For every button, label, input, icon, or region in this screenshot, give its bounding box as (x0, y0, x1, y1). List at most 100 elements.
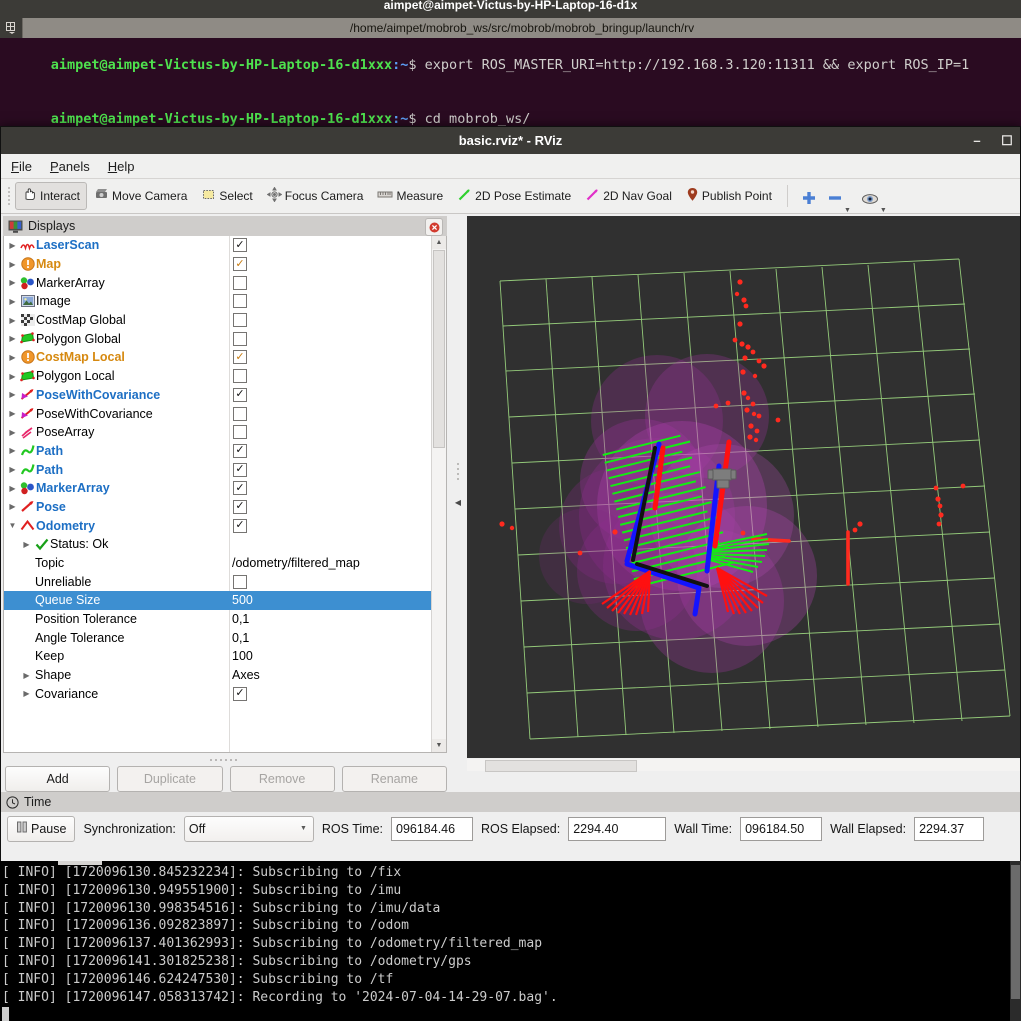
display-row-value[interactable]: 0,1 (232, 631, 249, 645)
display-row-checkbox[interactable]: ✓ (233, 350, 247, 365)
scroll-down-icon[interactable]: ▼ (432, 739, 446, 752)
add-tool-button[interactable] (796, 183, 822, 209)
display-row-value[interactable]: 500 (232, 593, 253, 607)
chevron-right-icon[interactable]: ▶ (6, 465, 19, 474)
display-row-polygon-local[interactable]: ▶ Polygon Local (4, 367, 432, 386)
display-row-markerarray[interactable]: ▶ MarkerArray ✓ (4, 479, 432, 498)
display-row-checkbox[interactable] (233, 313, 247, 328)
toolbar-grip[interactable] (5, 185, 13, 207)
terminal-bottom-scrollbar[interactable] (1010, 861, 1021, 1021)
display-row-value[interactable]: 100 (232, 649, 253, 663)
chevron-right-icon[interactable]: ▶ (6, 241, 19, 250)
display-row-posewithcovariance[interactable]: ▶ PoseWithCovariance ✓ (4, 386, 432, 405)
display-row-markerarray[interactable]: ▶ MarkerArray (4, 273, 432, 292)
display-row-checkbox[interactable] (233, 331, 247, 346)
tool-measure[interactable]: Measure (370, 182, 450, 210)
duplicate-button[interactable]: Duplicate (117, 766, 223, 792)
add-button[interactable]: Add (5, 766, 111, 792)
close-icon[interactable] (425, 218, 443, 236)
chevron-right-icon[interactable]: ▶ (6, 297, 19, 306)
chevron-right-icon[interactable]: ▶ (6, 409, 19, 418)
remove-tool-button[interactable]: ▼ (822, 183, 856, 214)
chevron-right-icon[interactable]: ▶ (20, 689, 33, 698)
display-row-position-tolerance[interactable]: Position Tolerance 0,1 (4, 610, 432, 629)
chevron-right-icon[interactable]: ▶ (6, 316, 19, 325)
display-row-image[interactable]: ▶ Image (4, 292, 432, 311)
display-row-path[interactable]: ▶ Path ✓ (4, 460, 432, 479)
chevron-right-icon[interactable]: ▶ (6, 260, 19, 269)
chevron-down-icon[interactable]: ▼ (6, 521, 19, 530)
synchronization-select[interactable]: Off ▼ (183, 815, 314, 842)
display-row-status-ok[interactable]: ▶ Status: Ok (4, 535, 432, 554)
display-row-posearray[interactable]: ▶ PoseArray (4, 423, 432, 442)
tool-move-camera[interactable]: Move Camera (87, 182, 194, 210)
rename-button[interactable]: Rename (341, 766, 447, 792)
display-row-checkbox[interactable]: ✓ (233, 462, 247, 477)
chevron-right-icon[interactable]: ▶ (6, 484, 19, 493)
display-row-checkbox[interactable]: ✓ (233, 443, 247, 458)
display-row-odometry[interactable]: ▼ Odometry ✓ (4, 516, 432, 535)
terminal-tab[interactable]: /home/aimpet/mobrob_ws/src/mobrob/mobrob… (22, 18, 1021, 38)
tool-interact[interactable]: Interact (15, 182, 88, 210)
vertical-splitter[interactable]: ◀ (451, 216, 465, 753)
tool-focus-camera[interactable]: Focus Camera (260, 182, 371, 210)
display-row-checkbox[interactable]: ✓ (233, 257, 247, 272)
pause-button[interactable]: Pause (7, 815, 76, 842)
visibility-tool-button[interactable]: ▼ (856, 183, 892, 214)
display-row-path[interactable]: ▶ Path ✓ (4, 442, 432, 461)
display-row-checkbox[interactable]: ✓ (233, 481, 247, 496)
tool-nav-goal[interactable]: 2D Nav Goal (578, 182, 679, 210)
ros-elapsed-field[interactable]: 2294.40 (568, 816, 667, 841)
display-row-checkbox[interactable] (233, 294, 247, 309)
menu-panels[interactable]: Panels (50, 159, 90, 174)
display-row-posewithcovariance[interactable]: ▶ PoseWithCovariance (4, 404, 432, 423)
collapse-left-icon[interactable]: ◀ (455, 498, 461, 507)
display-row-value[interactable]: 0,1 (232, 612, 249, 626)
display-row-checkbox[interactable] (233, 574, 247, 589)
display-row-checkbox[interactable]: ✓ (233, 387, 247, 402)
chevron-down-icon[interactable]: ▼ (844, 207, 851, 214)
chevron-right-icon[interactable]: ▶ (6, 446, 19, 455)
display-row-map[interactable]: ▶ Map ✓ (4, 255, 432, 274)
wall-elapsed-field[interactable]: 2294.37 (914, 816, 985, 841)
tool-pose-estimate[interactable]: 2D Pose Estimate (450, 182, 578, 210)
display-row-checkbox[interactable]: ✓ (233, 686, 247, 701)
display-row-angle-tolerance[interactable]: Angle Tolerance 0,1 (4, 628, 432, 647)
chevron-right-icon[interactable]: ▶ (20, 540, 33, 549)
tool-publish-point[interactable]: Publish Point (679, 182, 779, 210)
display-row-costmap-global[interactable]: ▶ CostMap Global (4, 311, 432, 330)
chevron-right-icon[interactable]: ▶ (6, 428, 19, 437)
chevron-right-icon[interactable]: ▶ (6, 334, 19, 343)
render-viewport[interactable] (467, 216, 1020, 758)
chevron-right-icon[interactable]: ▶ (6, 502, 19, 511)
wall-time-field[interactable]: 096184.50 (740, 816, 823, 841)
terminal-bottom-output[interactable]: [ INFO] [1720096130.845232234]: Subscrib… (0, 861, 1021, 1021)
menu-file[interactable]: File (11, 159, 32, 174)
tool-select[interactable]: Select (194, 182, 259, 210)
scrollbar-thumb[interactable] (433, 250, 445, 448)
display-row-queue-size[interactable]: Queue Size 500 (4, 591, 432, 610)
display-row-laserscan[interactable]: ▶ LaserScan ✓ (4, 236, 432, 255)
maximize-icon[interactable]: ☐ (1000, 127, 1014, 154)
display-row-checkbox[interactable] (233, 425, 247, 440)
display-row-checkbox[interactable]: ✓ (233, 518, 247, 533)
ros-time-field[interactable]: 096184.46 (391, 816, 473, 841)
minimize-icon[interactable]: – (970, 127, 984, 154)
display-row-checkbox[interactable] (233, 369, 247, 384)
chevron-down-icon[interactable]: ▼ (880, 207, 887, 214)
display-row-costmap-local[interactable]: ▶ CostMap Local ✓ (4, 348, 432, 367)
display-row-keep[interactable]: Keep 100 (4, 647, 432, 666)
viewport-scrollbar-thumb[interactable] (485, 760, 637, 772)
menu-help[interactable]: Help (108, 159, 135, 174)
display-row-checkbox[interactable]: ✓ (233, 238, 247, 253)
chevron-right-icon[interactable]: ▶ (6, 278, 19, 287)
display-row-covariance[interactable]: ▶ Covariance ✓ (4, 685, 432, 704)
display-row-polygon-global[interactable]: ▶ Polygon Global (4, 329, 432, 348)
remove-button[interactable]: Remove (229, 766, 335, 792)
displays-tree[interactable]: ▶ LaserScan ✓ ▶ Map ✓ ▶ MarkerArray ▶ Image ▶ CostM… (3, 236, 447, 753)
display-row-value[interactable]: Axes (232, 668, 260, 682)
display-row-checkbox[interactable] (233, 406, 247, 421)
display-row-shape[interactable]: ▶ Shape Axes (4, 666, 432, 685)
chevron-right-icon[interactable]: ▶ (6, 372, 19, 381)
display-row-checkbox[interactable] (233, 275, 247, 290)
